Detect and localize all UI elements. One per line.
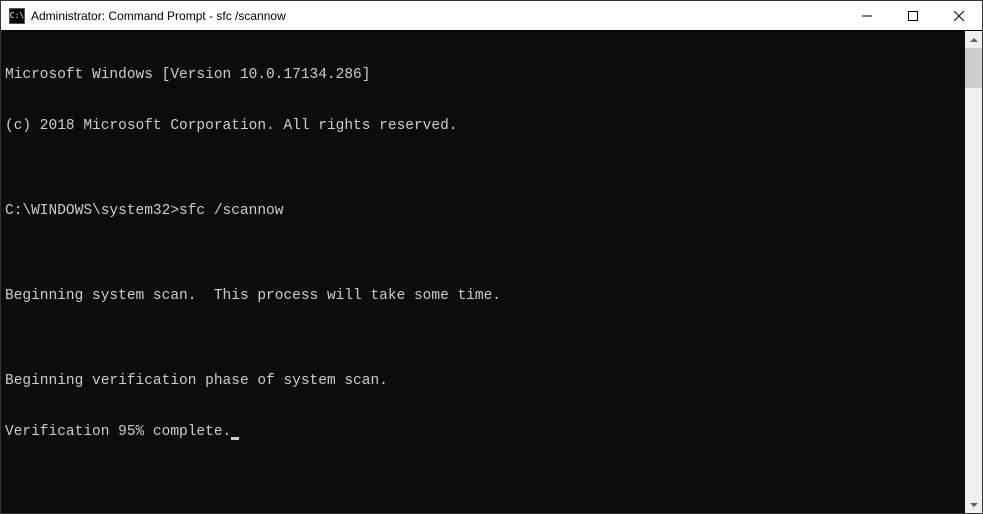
terminal-line: Beginning verification phase of system s… — [5, 373, 965, 390]
terminal-line: Beginning system scan. This process will… — [5, 288, 965, 305]
terminal-line: Microsoft Windows [Version 10.0.17134.28… — [5, 67, 965, 84]
scroll-track[interactable] — [965, 48, 982, 496]
terminal-line: Verification 95% complete. — [5, 424, 965, 441]
close-button[interactable] — [936, 1, 982, 30]
app-icon: C:\ — [9, 8, 25, 24]
scroll-down-button[interactable] — [965, 496, 982, 513]
cursor-icon — [231, 437, 239, 440]
terminal-text: Verification 95% complete. — [5, 424, 231, 440]
content-area: Microsoft Windows [Version 10.0.17134.28… — [1, 31, 982, 513]
app-icon-label: C:\ — [10, 11, 24, 20]
terminal-output[interactable]: Microsoft Windows [Version 10.0.17134.28… — [1, 31, 965, 513]
maximize-button[interactable] — [890, 1, 936, 30]
titlebar[interactable]: C:\ Administrator: Command Prompt - sfc … — [1, 1, 982, 31]
command-prompt-window: C:\ Administrator: Command Prompt - sfc … — [0, 0, 983, 514]
scroll-thumb[interactable] — [965, 48, 982, 88]
close-icon — [954, 11, 964, 21]
window-title: Administrator: Command Prompt - sfc /sca… — [31, 9, 844, 23]
vertical-scrollbar[interactable] — [965, 31, 982, 513]
terminal-line: C:\WINDOWS\system32>sfc /scannow — [5, 203, 965, 220]
chevron-down-icon — [970, 503, 978, 507]
window-controls — [844, 1, 982, 30]
minimize-button[interactable] — [844, 1, 890, 30]
scroll-up-button[interactable] — [965, 31, 982, 48]
maximize-icon — [908, 11, 918, 21]
chevron-up-icon — [970, 38, 978, 42]
terminal-line: (c) 2018 Microsoft Corporation. All righ… — [5, 118, 965, 135]
minimize-icon — [862, 11, 872, 21]
